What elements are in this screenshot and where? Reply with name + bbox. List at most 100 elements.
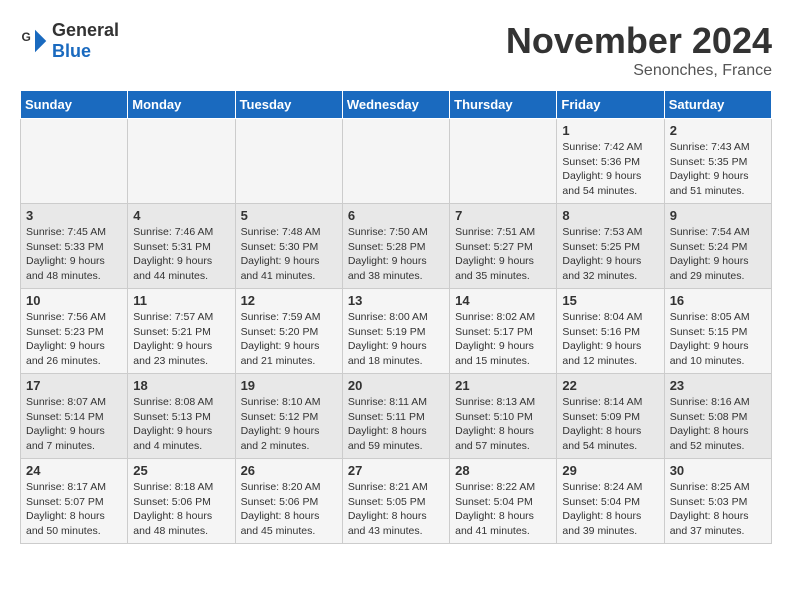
calendar-cell: 3 Sunrise: 7:45 AM Sunset: 5:33 PM Daylig… [21,204,128,289]
day-info: Sunrise: 8:05 AM Sunset: 5:15 PM Dayligh… [670,310,766,369]
day-info: Sunrise: 7:50 AM Sunset: 5:28 PM Dayligh… [348,225,444,284]
svg-text:G: G [22,30,31,44]
day-header-tuesday: Tuesday [235,91,342,119]
day-number: 8 [562,208,658,223]
day-number: 12 [241,293,337,308]
day-number: 14 [455,293,551,308]
logo-blue-text: Blue [52,41,91,61]
day-header-friday: Friday [557,91,664,119]
day-info: Sunrise: 8:14 AM Sunset: 5:09 PM Dayligh… [562,395,658,454]
day-header-saturday: Saturday [664,91,771,119]
calendar-cell: 9 Sunrise: 7:54 AM Sunset: 5:24 PM Daylig… [664,204,771,289]
calendar-cell: 23 Sunrise: 8:16 AM Sunset: 5:08 PM Dayli… [664,374,771,459]
calendar-cell: 6Sunrise: 7:50 AM Sunset: 5:28 PM Daylig… [342,204,449,289]
day-number: 29 [562,463,658,478]
day-info: Sunrise: 8:13 AM Sunset: 5:10 PM Dayligh… [455,395,551,454]
logo: G General Blue [20,20,119,62]
logo-general-text: General [52,20,119,40]
day-number: 24 [26,463,122,478]
logo-icon: G [20,26,50,56]
day-number: 11 [133,293,229,308]
calendar-cell: 25 Sunrise: 8:18 AM Sunset: 5:06 PM Dayli… [128,459,235,544]
calendar-cell: 19 Sunrise: 8:10 AM Sunset: 5:12 PM Dayli… [235,374,342,459]
calendar-cell: 11 Sunrise: 7:57 AM Sunset: 5:21 PM Dayli… [128,289,235,374]
day-info: Sunrise: 8:07 AM Sunset: 5:14 PM Dayligh… [26,395,122,454]
calendar-cell: 17 Sunrise: 8:07 AM Sunset: 5:14 PM Dayli… [21,374,128,459]
calendar-cell: 24 Sunrise: 8:17 AM Sunset: 5:07 PM Dayli… [21,459,128,544]
day-number: 7 [455,208,551,223]
calendar-cell: 18Sunrise: 8:08 AM Sunset: 5:13 PM Dayli… [128,374,235,459]
calendar-cell: 26Sunrise: 8:20 AM Sunset: 5:06 PM Dayli… [235,459,342,544]
day-info: Sunrise: 7:57 AM Sunset: 5:21 PM Dayligh… [133,310,229,369]
day-number: 27 [348,463,444,478]
day-info: Sunrise: 8:25 AM Sunset: 5:03 PM Dayligh… [670,480,766,539]
day-info: Sunrise: 8:22 AM Sunset: 5:04 PM Dayligh… [455,480,551,539]
calendar-cell: 30 Sunrise: 8:25 AM Sunset: 5:03 PM Dayli… [664,459,771,544]
day-info: Sunrise: 8:17 AM Sunset: 5:07 PM Dayligh… [26,480,122,539]
day-header-sunday: Sunday [21,91,128,119]
day-info: Sunrise: 7:53 AM Sunset: 5:25 PM Dayligh… [562,225,658,284]
day-number: 13 [348,293,444,308]
day-info: Sunrise: 7:56 AM Sunset: 5:23 PM Dayligh… [26,310,122,369]
day-number: 2 [670,123,766,138]
day-info: Sunrise: 8:00 AM Sunset: 5:19 PM Dayligh… [348,310,444,369]
day-number: 25 [133,463,229,478]
day-info: Sunrise: 8:08 AM Sunset: 5:13 PM Dayligh… [133,395,229,454]
calendar-cell: 1Sunrise: 7:42 AM Sunset: 5:36 PM Daylig… [557,119,664,204]
title-block: November 2024 Senonches, France [506,20,772,80]
calendar-week-1: 1Sunrise: 7:42 AM Sunset: 5:36 PM Daylig… [21,119,772,204]
day-info: Sunrise: 7:43 AM Sunset: 5:35 PM Dayligh… [670,140,766,199]
calendar-cell: 22Sunrise: 8:14 AM Sunset: 5:09 PM Dayli… [557,374,664,459]
calendar-table: SundayMondayTuesdayWednesdayThursdayFrid… [20,90,772,544]
calendar-week-2: 3 Sunrise: 7:45 AM Sunset: 5:33 PM Daylig… [21,204,772,289]
calendar-week-3: 10 Sunrise: 7:56 AM Sunset: 5:23 PM Dayli… [21,289,772,374]
day-number: 1 [562,123,658,138]
calendar-cell: 7 Sunrise: 7:51 AM Sunset: 5:27 PM Daylig… [450,204,557,289]
location: Senonches, France [506,62,772,80]
day-info: Sunrise: 7:45 AM Sunset: 5:33 PM Dayligh… [26,225,122,284]
calendar-cell: 10 Sunrise: 7:56 AM Sunset: 5:23 PM Dayli… [21,289,128,374]
calendar-cell: 5 Sunrise: 7:48 AM Sunset: 5:30 PM Daylig… [235,204,342,289]
calendar-cell: 8 Sunrise: 7:53 AM Sunset: 5:25 PM Daylig… [557,204,664,289]
calendar-cell [128,119,235,204]
calendar-cell: 29 Sunrise: 8:24 AM Sunset: 5:04 PM Dayli… [557,459,664,544]
calendar-cell [235,119,342,204]
day-number: 15 [562,293,658,308]
day-number: 3 [26,208,122,223]
calendar-cell: 20Sunrise: 8:11 AM Sunset: 5:11 PM Dayli… [342,374,449,459]
day-info: Sunrise: 7:51 AM Sunset: 5:27 PM Dayligh… [455,225,551,284]
day-number: 19 [241,378,337,393]
calendar-cell: 14Sunrise: 8:02 AM Sunset: 5:17 PM Dayli… [450,289,557,374]
day-number: 10 [26,293,122,308]
calendar-cell: 28 Sunrise: 8:22 AM Sunset: 5:04 PM Dayli… [450,459,557,544]
day-info: Sunrise: 8:16 AM Sunset: 5:08 PM Dayligh… [670,395,766,454]
calendar-cell [21,119,128,204]
calendar-week-4: 17 Sunrise: 8:07 AM Sunset: 5:14 PM Dayli… [21,374,772,459]
day-info: Sunrise: 7:54 AM Sunset: 5:24 PM Dayligh… [670,225,766,284]
day-info: Sunrise: 7:48 AM Sunset: 5:30 PM Dayligh… [241,225,337,284]
day-info: Sunrise: 8:11 AM Sunset: 5:11 PM Dayligh… [348,395,444,454]
day-number: 16 [670,293,766,308]
day-info: Sunrise: 8:18 AM Sunset: 5:06 PM Dayligh… [133,480,229,539]
day-number: 28 [455,463,551,478]
calendar-cell: 15 Sunrise: 8:04 AM Sunset: 5:16 PM Dayli… [557,289,664,374]
day-number: 21 [455,378,551,393]
calendar-cell: 12 Sunrise: 7:59 AM Sunset: 5:20 PM Dayli… [235,289,342,374]
calendar-cell [342,119,449,204]
day-info: Sunrise: 8:20 AM Sunset: 5:06 PM Dayligh… [241,480,337,539]
day-info: Sunrise: 8:04 AM Sunset: 5:16 PM Dayligh… [562,310,658,369]
day-number: 4 [133,208,229,223]
calendar-cell: 21 Sunrise: 8:13 AM Sunset: 5:10 PM Dayli… [450,374,557,459]
page-header: G General Blue November 2024 Senonches, … [20,20,772,80]
day-number: 9 [670,208,766,223]
calendar-cell: 16 Sunrise: 8:05 AM Sunset: 5:15 PM Dayli… [664,289,771,374]
day-info: Sunrise: 8:24 AM Sunset: 5:04 PM Dayligh… [562,480,658,539]
day-number: 5 [241,208,337,223]
day-number: 17 [26,378,122,393]
day-header-wednesday: Wednesday [342,91,449,119]
day-info: Sunrise: 8:10 AM Sunset: 5:12 PM Dayligh… [241,395,337,454]
day-info: Sunrise: 7:59 AM Sunset: 5:20 PM Dayligh… [241,310,337,369]
day-number: 23 [670,378,766,393]
day-number: 30 [670,463,766,478]
calendar-cell: 2 Sunrise: 7:43 AM Sunset: 5:35 PM Daylig… [664,119,771,204]
